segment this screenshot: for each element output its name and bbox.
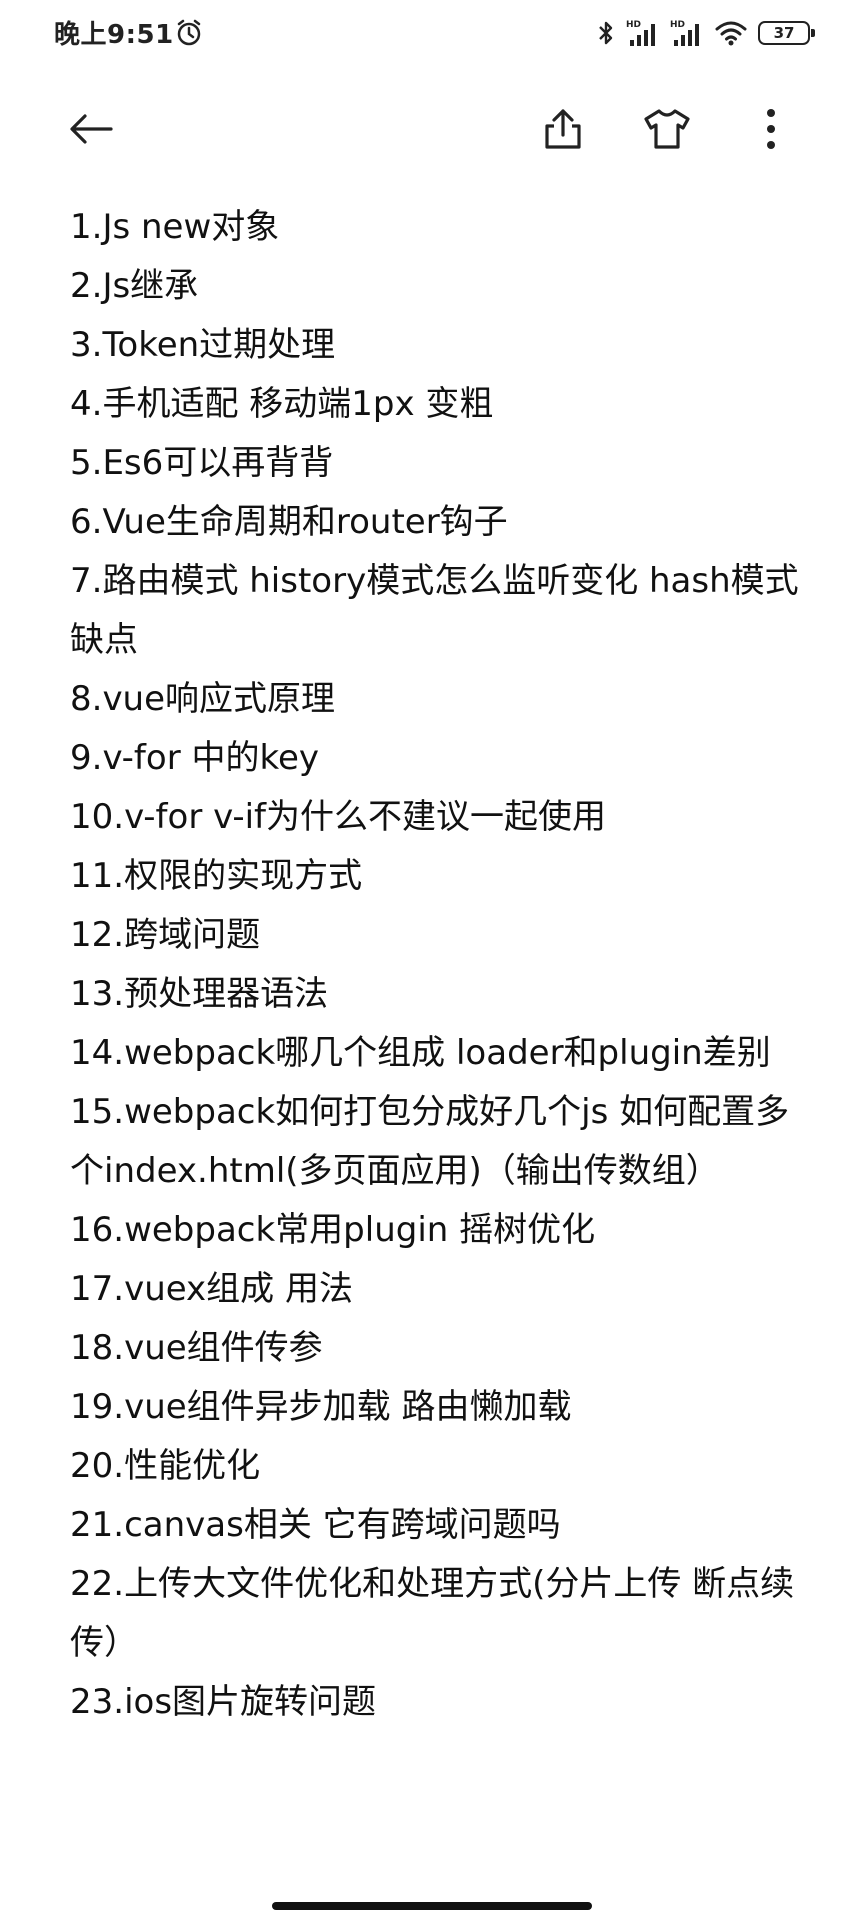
note-line: 1.Js new对象 <box>70 207 280 247</box>
note-line: 7.路由模式 history模式怎么监听变化 hash模式缺点 <box>70 561 799 660</box>
status-time: 晚上9:51 <box>54 20 174 50</box>
share-icon <box>545 109 581 149</box>
bluetooth-icon <box>599 21 613 45</box>
note-line: 22.上传大文件优化和处理方式(分片上传 断点续传） <box>70 1564 795 1663</box>
note-line: 4.手机适配 移动端1px 变粗 <box>70 384 494 424</box>
status-icons: HD HD 37 <box>596 16 815 50</box>
note-line: 11.权限的实现方式 <box>70 856 363 896</box>
toolbar <box>0 90 864 168</box>
note-line: 20.性能优化 <box>70 1446 261 1486</box>
note-body[interactable]: 1.Js new对象 2.Js继承 3.Token过期处理 4.手机适配 移动端… <box>70 198 800 1732</box>
note-line: 5.Es6可以再背背 <box>70 443 334 483</box>
battery-level: 37 <box>773 24 795 42</box>
note-line: 19.vue组件异步加载 路由懒加载 <box>70 1387 572 1427</box>
home-indicator[interactable] <box>272 1902 592 1910</box>
svg-text:HD: HD <box>626 20 641 30</box>
note-line: 6.Vue生命周期和router钩子 <box>70 502 508 542</box>
note-line: 13.预处理器语法 <box>70 974 329 1014</box>
more-vertical-icon <box>767 109 775 149</box>
status-bar: 晚上9:51 HD HD 37 <box>0 0 864 70</box>
note-line: 18.vue组件传参 <box>70 1328 323 1368</box>
note-line: 17.vuex组成 用法 <box>70 1269 353 1309</box>
alarm-icon <box>177 19 201 46</box>
back-arrow-icon <box>70 114 113 144</box>
note-line: 23.ios图片旋转问题 <box>70 1682 377 1722</box>
theme-shirt-icon <box>644 109 690 149</box>
signal-hd-icon: HD <box>670 20 699 46</box>
svg-text:HD: HD <box>670 20 685 30</box>
note-line: 3.Token过期处理 <box>70 325 336 365</box>
back-button[interactable] <box>52 90 130 168</box>
note-line: 14.webpack哪几个组成 loader和plugin差别 <box>70 1033 771 1073</box>
note-line: 2.Js继承 <box>70 266 199 306</box>
wifi-icon <box>715 21 747 46</box>
more-options-button[interactable] <box>732 90 810 168</box>
note-line: 15.webpack如何打包分成好几个js 如何配置多个index.html(多… <box>70 1092 790 1191</box>
note-line: 8.vue响应式原理 <box>70 679 336 719</box>
theme-button[interactable] <box>628 90 706 168</box>
note-line: 16.webpack常用plugin 摇树优化 <box>70 1210 596 1250</box>
signal-hd-icon: HD <box>626 20 655 46</box>
note-line: 10.v-for v-if为什么不建议一起使用 <box>70 797 606 837</box>
battery-icon: 37 <box>758 21 815 45</box>
note-line: 12.跨域问题 <box>70 915 261 955</box>
note-line: 21.canvas相关 它有跨域问题吗 <box>70 1505 561 1545</box>
share-button[interactable] <box>524 90 602 168</box>
note-line: 9.v-for 中的key <box>70 738 319 778</box>
